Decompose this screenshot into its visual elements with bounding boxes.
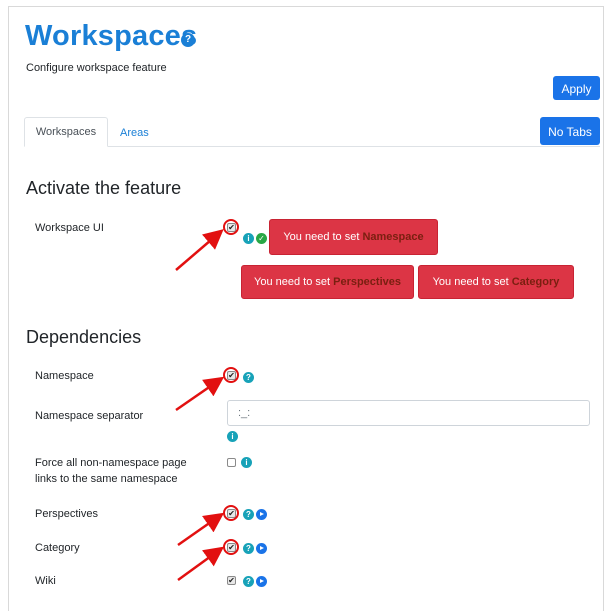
- annotation-arrow: [175, 376, 225, 412]
- annotation-arrow: [177, 512, 225, 547]
- annotation-arrow: [177, 546, 225, 582]
- annotation-arrows: [175, 229, 225, 582]
- annotation-arrow: [175, 229, 224, 271]
